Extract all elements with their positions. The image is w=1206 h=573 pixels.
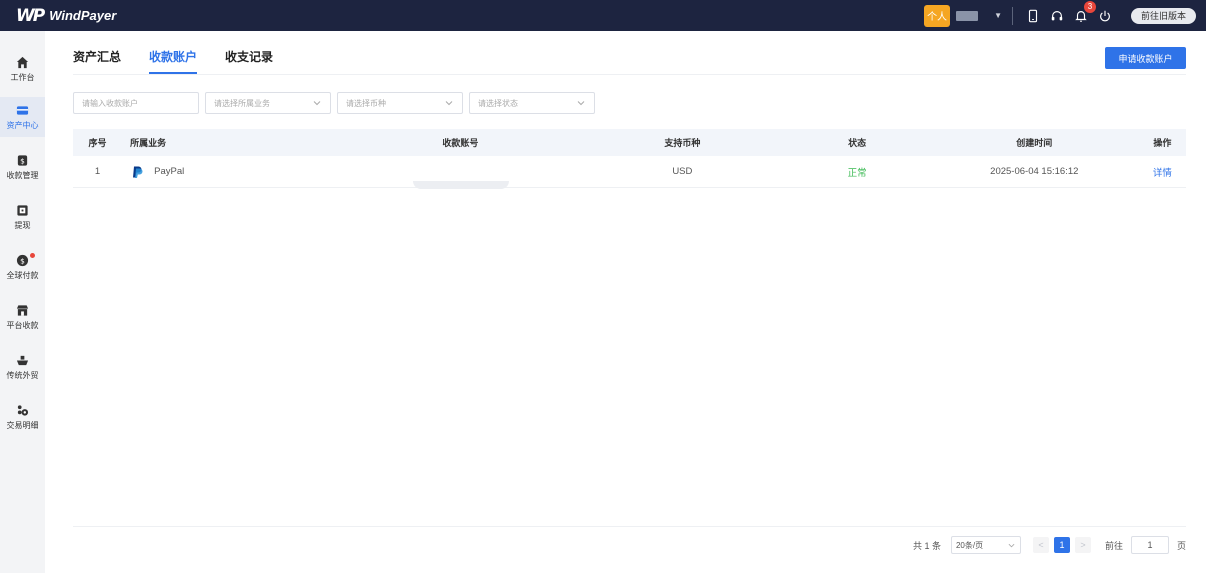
column-header: 支持币种 <box>664 138 701 148</box>
svg-text:$: $ <box>20 256 25 265</box>
column-header: 状态 <box>848 138 867 148</box>
dollar-coin-icon: $ <box>16 254 29 266</box>
column-header: 收款账号 <box>442 138 479 148</box>
apply-collection-account-button[interactable]: 申请收款账户 <box>1105 47 1186 69</box>
page-suffix: 页 <box>1176 540 1186 551</box>
sidebar-item-workbench[interactable]: 工作台 <box>0 49 45 89</box>
business-select-placeholder: 请选择所属业务 <box>214 98 270 108</box>
tabs-divider <box>73 74 1186 75</box>
sidebar-item-collection-management[interactable]: $ 收款管理 <box>0 147 45 187</box>
tab-collection-accounts[interactable]: 收款账户 <box>149 48 198 74</box>
tab-asset-summary[interactable]: 资产汇总 <box>73 48 121 74</box>
sidebar-item-asset-center[interactable]: 资产中心 <box>0 97 45 137</box>
next-page-button[interactable]: > <box>1074 537 1091 553</box>
page-size-select[interactable]: 20条/页 <box>950 536 1021 554</box>
topbar-divider <box>1011 6 1013 25</box>
row-currency: USD <box>672 166 693 177</box>
sidebar-item-label: 传统外贸 <box>6 370 39 380</box>
row-status: 正常 <box>847 167 867 179</box>
page-size-value: 20条/页 <box>955 540 984 550</box>
logo-mark: WP <box>16 5 45 26</box>
user-menu-caret-icon[interactable]: ▼ <box>994 11 1002 20</box>
sidebar-item-label: 工作台 <box>10 72 35 82</box>
sidebar-item-label: 提现 <box>14 220 31 230</box>
page-number-button[interactable]: 1 <box>1053 537 1070 553</box>
column-header: 序号 <box>88 138 107 148</box>
column-header: 操作 <box>1153 138 1172 148</box>
column-header: 创建时间 <box>1016 138 1053 148</box>
sidebar-item-label: 收款管理 <box>6 170 39 180</box>
withdraw-icon <box>17 204 28 216</box>
tablet-icon[interactable] <box>1025 8 1041 24</box>
table-row: 1 PayPal USD 正常 2025-06-04 15:16:12 详情 <box>73 156 1186 189</box>
logo-text: WindPayer <box>49 8 117 23</box>
status-select-placeholder: 请选择状态 <box>478 98 518 108</box>
top-nav-bar: WP WindPayer 个人 ▼ 3 前往旧版本 <box>0 0 1206 31</box>
row-business: PayPal <box>122 165 330 179</box>
sidebar-item-label: 全球付款 <box>6 270 39 280</box>
account-search-input[interactable]: 请输入收款账户 <box>73 92 199 114</box>
sidebar-item-transaction-details[interactable]: 交易明细 <box>0 397 45 437</box>
table-header: 序号 所属业务 收款账号 支持币种 状态 创建时间 操作 <box>73 129 1186 156</box>
business-select[interactable]: 请选择所属业务 <box>205 92 331 114</box>
prev-page-button[interactable]: < <box>1032 537 1049 553</box>
footer-divider <box>73 526 1186 527</box>
store-icon <box>16 304 29 316</box>
chevron-down-icon <box>313 101 321 106</box>
sidebar-item-traditional-trade[interactable]: 传统外贸 <box>0 347 45 387</box>
currency-select[interactable]: 请选择币种 <box>337 92 463 114</box>
notification-count-badge: 3 <box>1083 0 1096 13</box>
sidebar-item-label: 交易明细 <box>6 420 39 430</box>
app-logo[interactable]: WP WindPayer <box>16 6 116 26</box>
account-type-badge[interactable]: 个人 <box>924 4 951 27</box>
svg-text:$: $ <box>20 156 25 165</box>
old-version-button[interactable]: 前往旧版本 <box>1130 7 1196 24</box>
sidebar-item-global-payment[interactable]: $ 全球付款 <box>0 247 45 287</box>
horizontal-scrollbar-thumb[interactable] <box>413 181 509 189</box>
home-icon <box>16 56 29 68</box>
sidebar-item-label: 资产中心 <box>6 120 39 130</box>
user-name-block[interactable] <box>956 10 979 21</box>
headset-icon[interactable] <box>1049 8 1065 24</box>
business-name: PayPal <box>154 166 185 177</box>
money-bag-icon: $ <box>17 154 28 166</box>
sidebar: 工作台 资产中心 $ 收款管理 提现 $ 全球付款 平台收款 传统外贸 交易明细 <box>0 31 45 573</box>
transactions-icon <box>17 404 29 416</box>
status-select[interactable]: 请选择状态 <box>469 92 595 114</box>
pagination: 共 1 条 20条/页 < 1 > 前往 1 页 <box>913 536 1186 554</box>
account-search-placeholder: 请输入收款账户 <box>82 98 138 108</box>
wallet-card-icon <box>16 105 29 115</box>
accounts-table: 序号 所属业务 收款账号 支持币种 状态 创建时间 操作 1 PayPal US… <box>73 129 1186 189</box>
chevron-down-icon <box>577 101 585 106</box>
tab-income-expense-records[interactable]: 收支记录 <box>225 48 273 74</box>
currency-select-placeholder: 请选择币种 <box>346 98 386 108</box>
power-icon[interactable] <box>1097 8 1113 24</box>
details-link[interactable]: 详情 <box>1129 165 1186 179</box>
tab-bar: 资产汇总 收款账户 收支记录 <box>73 48 301 74</box>
goto-page-input[interactable]: 1 <box>1130 536 1169 554</box>
total-count: 共 1 条 <box>912 540 941 551</box>
chevron-down-icon <box>445 101 453 106</box>
chevron-down-icon <box>1008 543 1015 548</box>
ship-icon <box>16 355 29 365</box>
sidebar-item-withdraw[interactable]: 提现 <box>0 197 45 237</box>
sidebar-item-platform-collection[interactable]: 平台收款 <box>0 297 45 337</box>
unread-dot <box>30 253 35 258</box>
sidebar-item-label: 平台收款 <box>6 320 39 330</box>
paypal-icon <box>133 166 143 178</box>
row-created-time: 2025-06-04 15:16:12 <box>990 166 1079 177</box>
bell-icon[interactable]: 3 <box>1073 0 1096 24</box>
goto-label: 前往 <box>1104 540 1123 551</box>
column-header: 所属业务 <box>130 138 167 148</box>
filter-bar: 请输入收款账户 请选择所属业务 请选择币种 请选择状态 <box>73 92 601 114</box>
row-index: 1 <box>94 166 101 177</box>
